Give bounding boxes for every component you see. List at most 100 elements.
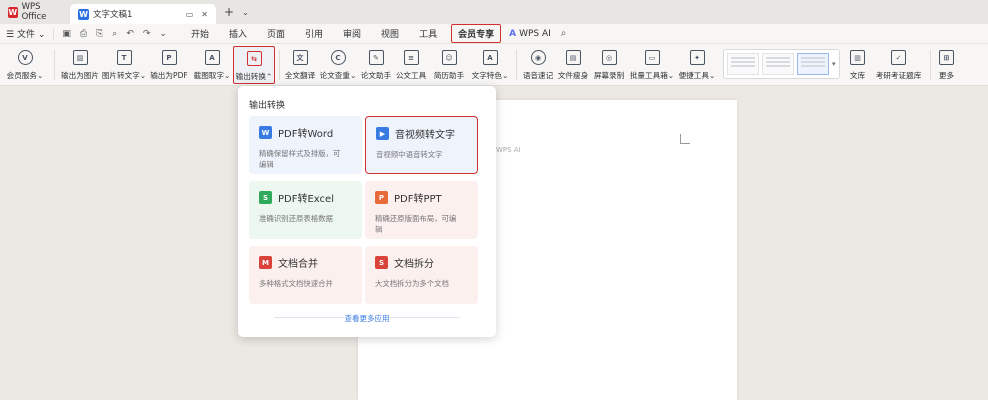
menu-tools[interactable]: 工具: [409, 27, 447, 40]
wps-ai-icon: A: [509, 28, 517, 39]
image-to-text-button[interactable]: T 图片转文字⌄: [101, 44, 147, 86]
undo-icon[interactable]: ↶: [126, 29, 134, 39]
card-description: 音视频中语音转文字: [376, 150, 443, 159]
tab-list-chevron-icon[interactable]: ⌄: [242, 8, 249, 17]
resume-icon: ☺: [441, 50, 457, 65]
screen-record-icon: ◎: [601, 50, 617, 65]
document-split-card[interactable]: S 文档拆分 大文档拆分为多个文档: [365, 246, 478, 304]
member-service-button[interactable]: V 会员服务⌄: [0, 44, 50, 86]
voice-memo-button[interactable]: ◉ 语音速记: [521, 44, 555, 86]
wps-ai-hint: WPS AI: [496, 146, 521, 154]
gallery-expand-icon[interactable]: ▾: [832, 60, 836, 68]
text-feature-label: 文字特色⌄: [471, 71, 509, 80]
export-pdf-icon[interactable]: ⎙: [80, 29, 87, 39]
card-description: 精确保留样式及排版，可 编辑: [259, 149, 341, 169]
menu-review[interactable]: 审阅: [333, 27, 371, 40]
paper-assistant-button[interactable]: ✎ 论文助手: [360, 44, 392, 86]
toolbox-icon: ▭: [644, 50, 660, 65]
pdf-to-excel-card[interactable]: S PDF转Excel 准确识别还原表格数据: [249, 181, 362, 239]
translate-icon: 文: [292, 50, 308, 65]
save-icon[interactable]: ▣: [62, 29, 71, 39]
pdf-to-word-card[interactable]: W PDF转Word 精确保留样式及排版，可 编辑: [249, 116, 362, 174]
export-image-label: 输出为图片: [61, 71, 99, 80]
image-text-icon: T: [116, 50, 132, 65]
pdf-to-ppt-card[interactable]: P PDF转PPT 精确还原版面布局，可编辑: [365, 181, 478, 239]
document-merge-card[interactable]: M 文档合并 多种格式文档快速合并: [249, 246, 362, 304]
ribbon-separator: [54, 50, 55, 80]
pdf-ppt-icon: P: [375, 191, 388, 204]
more-button[interactable]: ⊞ 更多: [935, 44, 959, 86]
template-thumbnail[interactable]: [762, 53, 794, 75]
resume-assistant-button[interactable]: ☺ 简历助手: [430, 44, 468, 86]
handy-tools-button[interactable]: ✦ 便捷工具⌄: [677, 44, 717, 86]
batch-toolbox-button[interactable]: ▭ 批量工具箱⌄: [627, 44, 677, 86]
file-slim-label: 文件瘦身: [557, 71, 589, 80]
card-title: PDF转Word: [278, 129, 334, 140]
member-service-label: 会员服务⌄: [6, 71, 44, 80]
pdf-word-icon: W: [259, 126, 272, 139]
pdf-excel-icon: S: [259, 191, 272, 204]
microphone-icon: ◉: [530, 50, 546, 65]
screenshot-text-icon: A: [204, 50, 220, 65]
paper-check-label: 论文查重⌄: [319, 71, 357, 80]
add-tab-icon[interactable]: +: [224, 5, 234, 19]
more-chevron-icon[interactable]: ⌄: [159, 29, 167, 39]
output-convert-button[interactable]: ⇆ 输出转换⌃: [233, 46, 275, 84]
file-menu[interactable]: ☰ 文件 ⌄: [0, 27, 53, 40]
file-slim-button[interactable]: ▤ 文件瘦身: [555, 44, 591, 86]
paper-check-button[interactable]: C 论文查重⌄: [316, 44, 360, 86]
official-doc-button[interactable]: ≡ 公文工具: [392, 44, 430, 86]
library-label: 文库: [849, 71, 866, 80]
library-button[interactable]: ▥ 文库: [844, 44, 872, 86]
view-more-apps-link[interactable]: 查看更多应用: [238, 313, 496, 324]
wps-office-tab[interactable]: W WPS Office: [0, 2, 70, 22]
wps-office-tab-label: WPS Office: [21, 2, 47, 22]
batch-toolbox-label: 批量工具箱⌄: [629, 71, 675, 80]
screenshot-text-button[interactable]: A 截图取字⌄: [191, 44, 233, 86]
output-convert-label: 输出转换⌃: [235, 72, 273, 81]
handy-tools-label: 便捷工具⌄: [678, 71, 716, 80]
text-feature-icon: A: [482, 50, 498, 65]
template-thumbnail[interactable]: [727, 53, 759, 75]
menu-reference[interactable]: 引用: [295, 27, 333, 40]
close-tab-icon[interactable]: ✕: [201, 10, 208, 19]
menu-start[interactable]: 开始: [181, 27, 219, 40]
voice-memo-label: 语音速记: [522, 71, 554, 80]
export-image-button[interactable]: ▨ 输出为图片: [59, 44, 101, 86]
menu-page[interactable]: 页面: [257, 27, 295, 40]
exam-bank-button[interactable]: ✓ 考研考证题库: [872, 44, 926, 86]
document-tab-label: 文字文稿1: [93, 10, 133, 20]
card-title: PDF转PPT: [394, 194, 442, 205]
card-title: 文档合并: [278, 259, 318, 270]
document-tab[interactable]: W 文字文稿1 ▭ ✕: [70, 4, 216, 24]
card-title: 文档拆分: [394, 259, 434, 270]
preview-icon[interactable]: ⌕: [112, 29, 117, 39]
card-description: 准确识别还原表格数据: [259, 214, 333, 223]
menu-bar: ☰ 文件 ⌄ ▣ ⎙ ⎘ ⌕ ↶ ↷ ⌄ 开始 插入 页面 引用 审阅 视图 工…: [0, 24, 988, 44]
image-icon: ▨: [72, 50, 88, 65]
page-margin-corner: [680, 134, 690, 144]
redo-icon[interactable]: ↷: [143, 29, 151, 39]
export-pdf-button[interactable]: P 输出为PDF: [147, 44, 191, 86]
document-merge-icon: M: [259, 256, 272, 269]
file-slim-icon: ▤: [565, 50, 581, 65]
menu-view[interactable]: 视图: [371, 27, 409, 40]
restore-tab-icon[interactable]: ▭: [186, 10, 194, 19]
official-doc-icon: ≡: [403, 50, 419, 65]
print-icon[interactable]: ⎘: [96, 29, 103, 39]
wps-ai-label: WPS AI: [519, 28, 551, 39]
wps-ai-button[interactable]: A WPS AI: [509, 29, 551, 39]
screen-record-button[interactable]: ◎ 屏幕录制: [591, 44, 627, 86]
document-split-icon: S: [375, 256, 388, 269]
search-icon[interactable]: ⌕: [561, 28, 567, 39]
audio-video-to-text-card[interactable]: ▶ 音视频转文字 音视频中语音转文字: [365, 116, 478, 174]
title-bar: W WPS Office W 文字文稿1 ▭ ✕ + ⌄: [0, 0, 988, 24]
menu-insert[interactable]: 插入: [219, 27, 257, 40]
template-thumbnail[interactable]: [797, 53, 829, 75]
ribbon-separator: [279, 50, 280, 80]
handy-tools-icon: ✦: [689, 50, 705, 65]
menu-member-exclusive[interactable]: 会员专享: [451, 24, 502, 43]
text-feature-button[interactable]: A 文字特色⌄: [468, 44, 512, 86]
full-translate-button[interactable]: 文 全文翻译: [284, 44, 316, 86]
ribbon-toolbar: V 会员服务⌄ ▨ 输出为图片 T 图片转文字⌄ P 输出为PDF A 截图取字…: [0, 44, 988, 86]
